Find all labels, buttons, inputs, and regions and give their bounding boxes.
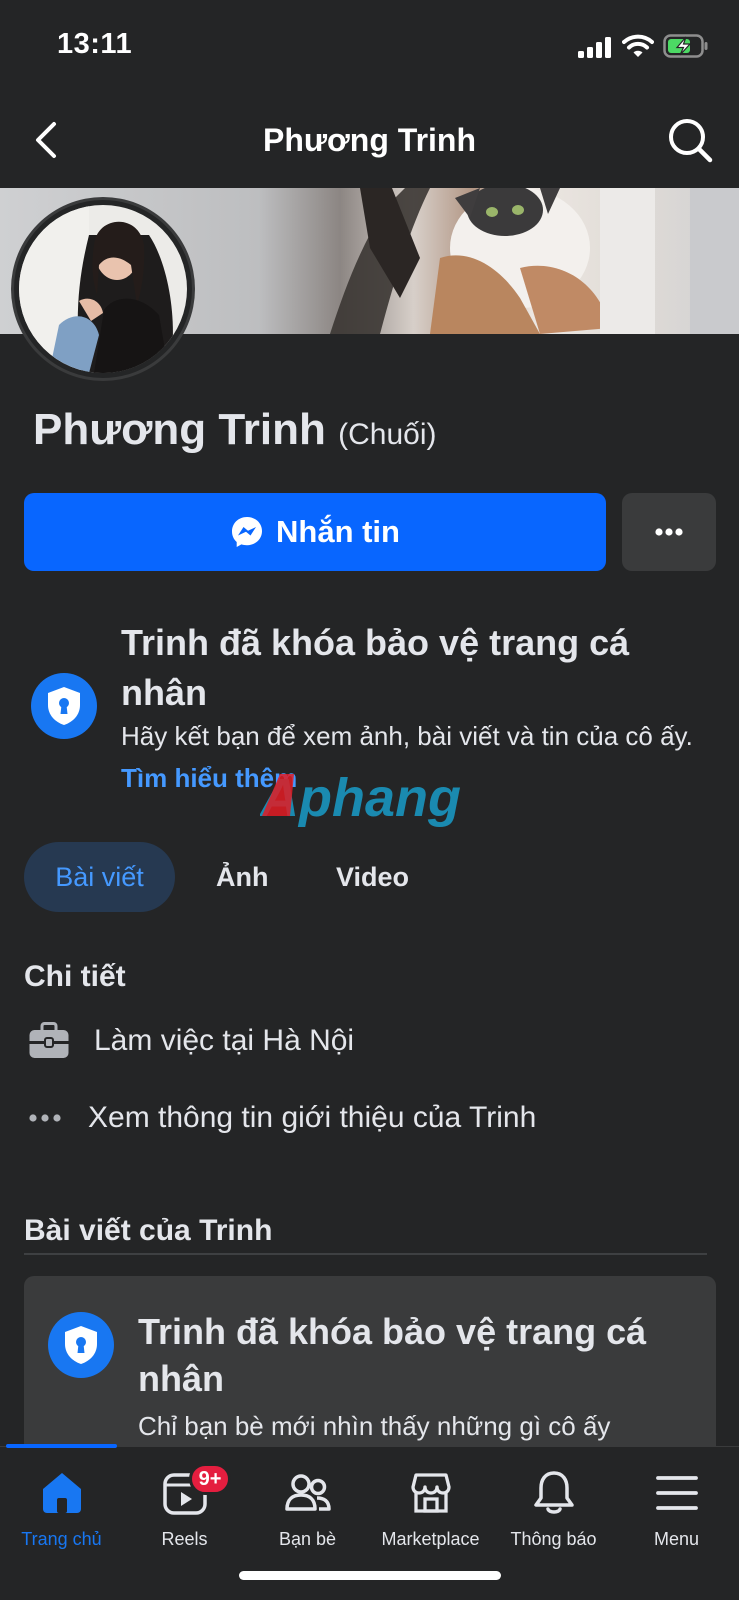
nav-reels[interactable]: 9+ Reels: [123, 1447, 246, 1557]
nav-title: Phương Trinh: [262, 122, 476, 158]
nav-menu-label: Menu: [653, 1529, 700, 1549]
nav-notifications[interactable]: Thông báo: [492, 1447, 615, 1557]
about-info-text: Xem thông tin giới thiệu của Trinh: [88, 1101, 537, 1134]
signal-icon: [578, 37, 611, 58]
profile-nickname: (Chuối): [338, 418, 437, 451]
work-detail-text: Làm việc tại Hà Nội: [94, 1024, 355, 1057]
nav-friends[interactable]: Bạn bè: [246, 1447, 369, 1557]
battery-charging-icon: [663, 34, 708, 58]
nav-reels-label: Reels: [161, 1529, 208, 1549]
status-bar: 13:11: [0, 0, 739, 95]
about-info-link[interactable]: Xem thông tin giới thiệu của Trinh: [28, 1101, 536, 1135]
shield-lock-icon: [48, 687, 80, 725]
shield-lock-icon: [65, 1326, 97, 1364]
card-description: Chỉ bạn bè mới nhìn thấy những gì cô ấy: [138, 1411, 611, 1441]
avatar-image: [19, 205, 187, 373]
home-indicator-bar[interactable]: [239, 1571, 501, 1580]
more-dots-icon: [655, 528, 683, 536]
posts-heading: Bài viết của Trinh: [24, 1214, 273, 1247]
marketplace-icon: [410, 1473, 451, 1513]
more-options-button[interactable]: [622, 493, 716, 571]
work-detail: Làm việc tại Hà Nội: [28, 1022, 354, 1060]
wifi-icon: [622, 34, 654, 57]
profile-avatar[interactable]: [14, 200, 192, 378]
nav-marketplace[interactable]: Marketplace: [369, 1447, 492, 1557]
search-icon[interactable]: [666, 116, 714, 164]
lock-notice-text: Hãy kết bạn để xem ảnh, bài viết và tin …: [121, 721, 693, 751]
card-title: Trinh đã khóa bảo vệ trang cá nhân: [138, 1311, 647, 1399]
nav-home[interactable]: Trang chủ: [0, 1447, 123, 1557]
profile-name: Phương Trinh (Chuối): [33, 405, 437, 455]
bell-icon: [533, 1471, 574, 1514]
message-button-label: Nhắn tin: [276, 514, 400, 549]
status-time: 13:11: [57, 28, 133, 60]
card-shield-badge: [48, 1312, 114, 1378]
nav-notifications-label: Thông báo: [510, 1529, 597, 1549]
profile-full-name: Phương Trinh: [33, 405, 326, 454]
tab-video[interactable]: Video: [336, 842, 409, 912]
lock-notice-title: Trinh đã khóa bảo vệ trang cá nhân: [121, 622, 630, 713]
profile-page: 13:11 Phương Trinh Phương Trinh (Chuối) …: [0, 0, 739, 1600]
nav-marketplace-label: Marketplace: [381, 1529, 480, 1549]
home-icon: [42, 1473, 81, 1513]
tab-posts[interactable]: Bài viết: [24, 842, 175, 912]
friends-icon: [284, 1474, 331, 1511]
message-button[interactable]: Nhắn tin: [24, 493, 606, 571]
divider: [24, 1253, 707, 1255]
menu-icon: [655, 1476, 698, 1510]
tab-photos[interactable]: Ảnh: [216, 842, 268, 912]
nav-friends-label: Bạn bè: [278, 1529, 337, 1549]
nav-menu[interactable]: Menu: [615, 1447, 738, 1557]
messenger-icon: [232, 517, 262, 547]
details-heading: Chi tiết: [24, 960, 126, 993]
lock-shield-badge: [31, 673, 97, 739]
watermark-logo: Aphang: [260, 768, 461, 828]
reels-badge: 9+: [189, 1463, 231, 1495]
top-nav: Phương Trinh: [0, 100, 739, 182]
more-dots-icon: [29, 1114, 61, 1122]
briefcase-icon: [29, 1022, 69, 1058]
